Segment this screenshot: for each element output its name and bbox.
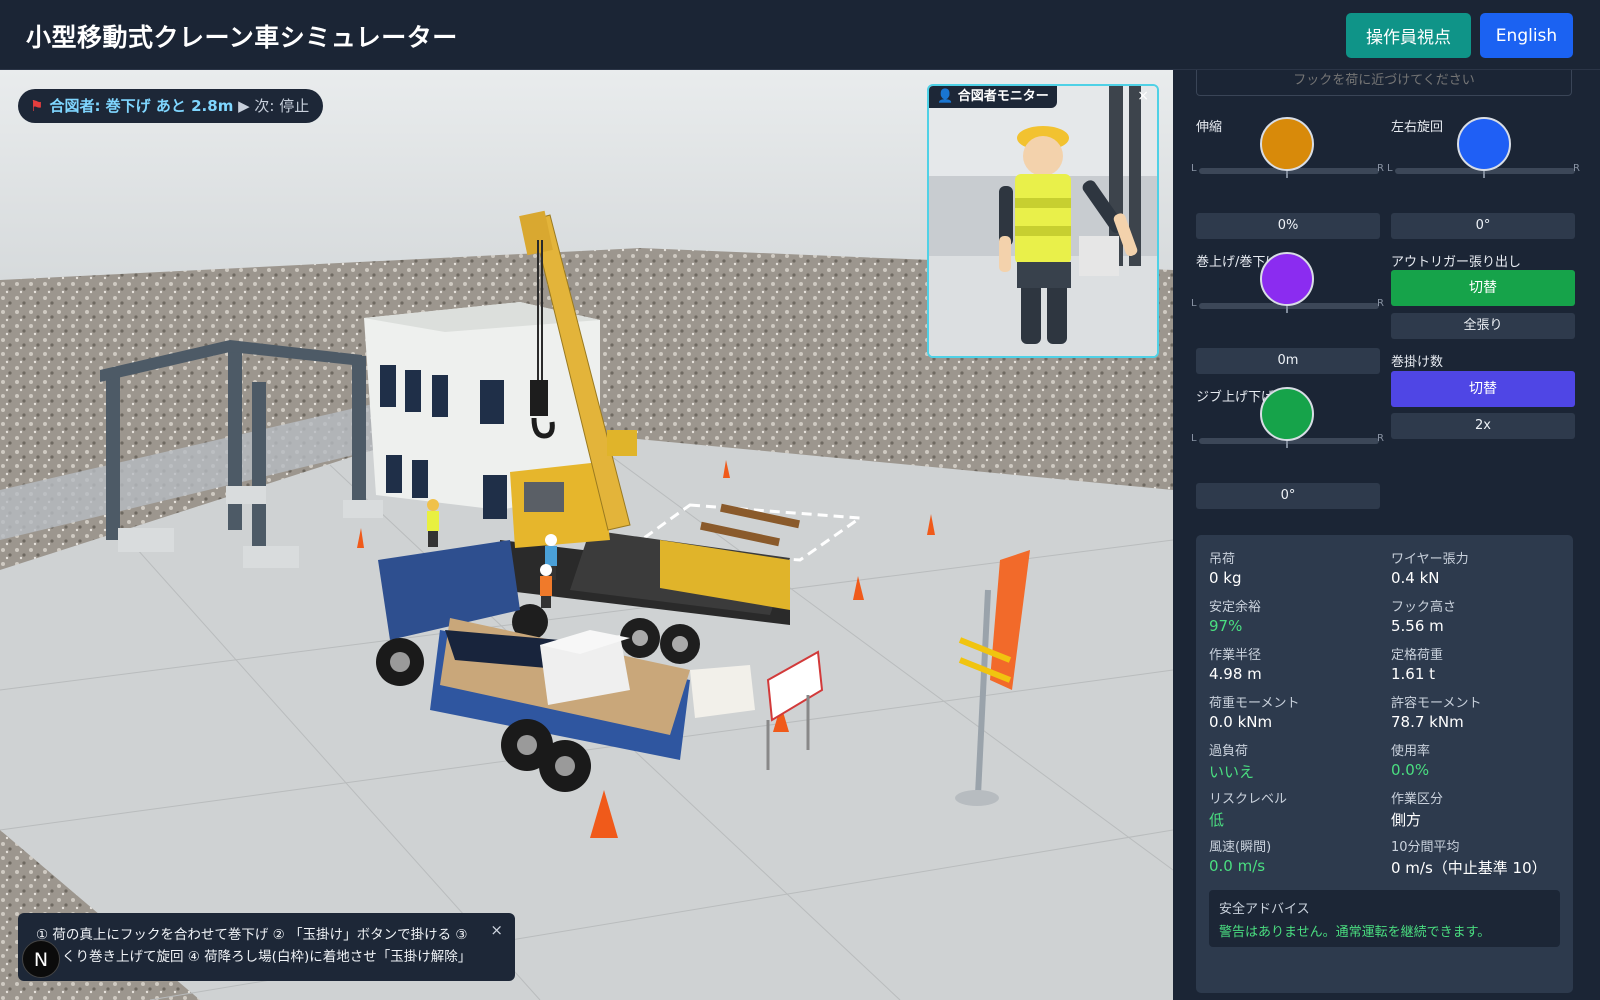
stat-value: 97% <box>1209 617 1243 635</box>
flag-icon: ⚑ <box>30 97 44 115</box>
telescope-joystick[interactable] <box>1260 117 1314 171</box>
jib-center-tick <box>1286 440 1288 448</box>
swing-joystick[interactable] <box>1457 117 1511 171</box>
language-button[interactable]: English <box>1480 13 1573 58</box>
stat-load: 吊荷 0 kg <box>1209 548 1379 587</box>
outrigger-value: 全張り <box>1391 313 1575 339</box>
operator-view-button[interactable]: 操作員視点 <box>1346 13 1471 58</box>
stat-hook-height: フック高さ 5.56 m <box>1391 596 1561 635</box>
stat-value: 0 kg <box>1209 569 1242 587</box>
stat-value: 0 m/s（中止基準 10） <box>1391 859 1547 877</box>
stat-stability: 安定余裕 97% <box>1209 596 1379 635</box>
instructions-line-2: くり巻き上げて旋回 ④ 荷降ろし場(白枠)に着地させ「玉掛け解除」 <box>62 949 472 965</box>
stat-label: 作業半径 <box>1209 648 1262 663</box>
signalman-monitor: 👤 合図者モニター × <box>927 84 1159 358</box>
status-panel: 吊荷 0 kg ワイヤー張力 0.4 kN 安定余裕 97% フック高さ 5.5… <box>1196 535 1573 993</box>
stat-value: 4.98 m <box>1209 665 1262 683</box>
stat-radius: 作業半径 4.98 m <box>1209 644 1379 683</box>
swing-label: 左右旋回 <box>1391 120 1444 135</box>
hoist-value: 0m <box>1196 348 1380 374</box>
stat-label: 風速(瞬間) <box>1209 840 1272 855</box>
stat-value: 側方 <box>1391 811 1422 829</box>
signal-current: 合図者: 巻下げ あと 2.8m <box>49 97 234 115</box>
app-title: 小型移動式クレーン車シミュレーター <box>26 23 458 52</box>
monitor-label: 👤 合図者モニター <box>929 86 1057 108</box>
stat-label: 使用率 <box>1391 744 1431 759</box>
stat-risk: リスクレベル 低 <box>1209 788 1379 830</box>
swing-value: 0° <box>1391 213 1575 239</box>
telescope-center-tick <box>1286 170 1288 178</box>
jib-joystick[interactable] <box>1260 387 1314 441</box>
stat-value: 78.7 kNm <box>1391 713 1464 731</box>
jib-left-mark: L <box>1191 433 1197 444</box>
stat-label: リスクレベル <box>1209 792 1288 807</box>
stat-label: 安定余裕 <box>1209 600 1262 615</box>
stat-work-zone: 作業区分 側方 <box>1391 788 1561 830</box>
falls-value: 2x <box>1391 413 1575 439</box>
swing-center-tick <box>1483 170 1485 178</box>
top-bar: 小型移動式クレーン車シミュレーター 操作員視点 English <box>0 0 1600 70</box>
jib-value: 0° <box>1196 483 1380 509</box>
stat-allowed-moment: 許容モーメント 78.7 kNm <box>1391 692 1561 731</box>
outrigger-toggle-button[interactable]: 切替 <box>1391 270 1575 306</box>
telescope-right-mark: R <box>1377 163 1384 174</box>
instructions-box: ① 荷の真上にフックを合わせて巻下げ ② 「玉掛け」ボタンで掛ける ③ くり巻き… <box>18 913 515 981</box>
stat-label: 作業区分 <box>1391 792 1444 807</box>
stat-label: 10分間平均 <box>1391 840 1460 855</box>
hoist-right-mark: R <box>1377 298 1384 309</box>
stat-wire-tension: ワイヤー張力 0.4 kN <box>1391 548 1561 587</box>
swing-right-mark: R <box>1573 163 1580 174</box>
stat-value: いいえ <box>1209 763 1255 781</box>
advice-label: 安全アドバイス <box>1219 902 1310 917</box>
telescope-value: 0% <box>1196 213 1380 239</box>
instructions-close-icon[interactable]: × <box>490 919 503 941</box>
telescope-left-mark: L <box>1191 163 1197 174</box>
stat-value: 0.0 m/s <box>1209 857 1266 875</box>
stat-value: 0.0% <box>1391 761 1430 779</box>
control-panel: 伸縮 L R 0% 左右旋回 L R 0° 巻上げ/巻下げ L R 0m アウト… <box>1173 70 1600 1000</box>
stat-label: 定格荷重 <box>1391 648 1444 663</box>
telescope-label: 伸縮 <box>1196 120 1223 135</box>
jib-right-mark: R <box>1377 433 1384 444</box>
stat-wind-avg: 10分間平均 0 m/s（中止基準 10） <box>1391 836 1569 878</box>
stat-value: 低 <box>1209 811 1225 829</box>
stat-rated-load: 定格荷重 1.61 t <box>1391 644 1561 683</box>
safety-advice: 安全アドバイス 警告はありません。通常運転を継続できます。 <box>1209 890 1560 947</box>
stat-label: 許容モーメント <box>1391 696 1482 711</box>
signalman-figure <box>929 86 1157 356</box>
stat-label: 吊荷 <box>1209 552 1236 567</box>
stat-label: 荷重モーメント <box>1209 696 1300 711</box>
stat-label: ワイヤー張力 <box>1391 552 1469 567</box>
monitor-close-icon[interactable]: × <box>1137 88 1149 104</box>
stat-label: 過負荷 <box>1209 744 1249 759</box>
stat-value: 0.4 kN <box>1391 569 1440 587</box>
signalman-instruction: ⚑ 合図者: 巻下げ あと 2.8m ▶ 次: 停止 <box>18 89 324 123</box>
hoist-joystick[interactable] <box>1260 252 1314 306</box>
stat-overload: 過負荷 いいえ <box>1209 740 1379 782</box>
swing-left-mark: L <box>1387 163 1393 174</box>
stat-usage: 使用率 0.0% <box>1391 740 1561 779</box>
crane-3d-viewport[interactable]: ⚑ 合図者: 巻下げ あと 2.8m ▶ 次: 停止 👤 合図者モニター × ①… <box>0 70 1173 1000</box>
hoist-left-mark: L <box>1191 298 1197 309</box>
signal-next: ▶ 次: 停止 <box>238 97 310 115</box>
instructions-line-1: ① 荷の真上にフックを合わせて巻下げ ② 「玉掛け」ボタンで掛ける ③ <box>36 927 468 943</box>
stat-load-moment: 荷重モーメント 0.0 kNm <box>1209 692 1379 731</box>
falls-label: 巻掛け数 <box>1391 355 1444 370</box>
hoist-center-tick <box>1286 305 1288 313</box>
stat-value: 1.61 t <box>1391 665 1436 683</box>
n-logo-badge[interactable]: N <box>22 940 60 978</box>
stat-wind-gust: 風速(瞬間) 0.0 m/s <box>1209 836 1379 875</box>
advice-text: 警告はありません。通常運転を継続できます。 <box>1219 925 1491 940</box>
outrigger-label: アウトリガー張り出し <box>1391 255 1522 270</box>
stat-value: 0.0 kNm <box>1209 713 1273 731</box>
hook-hint-field[interactable] <box>1196 70 1572 96</box>
falls-toggle-button[interactable]: 切替 <box>1391 371 1575 407</box>
stat-value: 5.56 m <box>1391 617 1444 635</box>
stat-label: フック高さ <box>1391 600 1457 615</box>
